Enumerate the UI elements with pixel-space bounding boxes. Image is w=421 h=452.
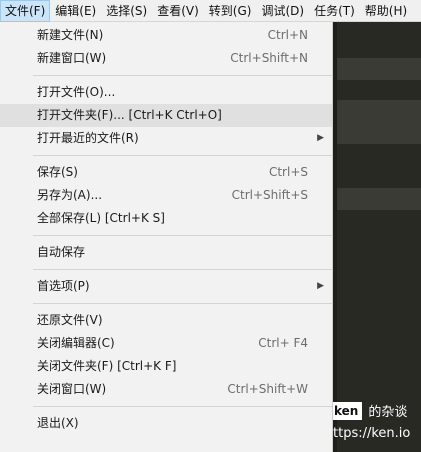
menu-bar: 文件(F) 编辑(E) 选择(S) 查看(V) 转到(G) 调试(D) 任务(T… xyxy=(0,0,421,22)
menu-item-save-all[interactable]: 全部保存(L) [Ctrl+K S] xyxy=(0,207,332,230)
menu-item-new-file[interactable]: 新建文件(N) Ctrl+N xyxy=(0,24,332,47)
menu-go[interactable]: 转到(G) xyxy=(204,0,257,22)
menu-item-label: 新建窗口(W) xyxy=(37,51,107,65)
submenu-arrow-icon: ▶ xyxy=(317,133,324,143)
menu-item-label: 打开文件(O)... xyxy=(37,85,116,99)
menu-separator xyxy=(33,406,332,407)
menu-selection[interactable]: 选择(S) xyxy=(101,0,152,22)
menu-edit[interactable]: 编辑(E) xyxy=(50,0,101,22)
menu-item-label: 关闭窗口(W) xyxy=(37,382,107,396)
menu-separator xyxy=(33,155,332,156)
menu-tasks[interactable]: 任务(T) xyxy=(309,0,360,22)
menu-item-close-window[interactable]: 关闭窗口(W) Ctrl+Shift+W xyxy=(0,378,332,401)
menu-item-open-folder[interactable]: 打开文件夹(F)... [Ctrl+K Ctrl+O] xyxy=(0,104,332,127)
menu-item-label: 自动保存 xyxy=(37,245,86,259)
menu-item-preferences[interactable]: 首选项(P) ▶ xyxy=(0,275,332,298)
menu-item-label: 首选项(P) xyxy=(37,279,90,293)
menu-help[interactable]: 帮助(H) xyxy=(360,0,412,22)
menu-item-label: 保存(S) xyxy=(37,165,78,179)
menu-separator xyxy=(33,75,332,76)
menu-item-revert-file[interactable]: 还原文件(V) xyxy=(0,309,332,332)
menu-item-label: 新建文件(N) xyxy=(37,28,104,42)
menu-item-exit[interactable]: 退出(X) xyxy=(0,412,332,435)
menu-item-label: 退出(X) xyxy=(37,416,79,430)
menu-item-label: 另存为(A)... xyxy=(37,188,103,202)
file-menu-dropdown: 新建文件(N) Ctrl+N 新建窗口(W) Ctrl+Shift+N 打开文件… xyxy=(0,22,333,452)
menu-item-shortcut: Ctrl+ F4 xyxy=(258,336,308,350)
menu-item-close-editor[interactable]: 关闭编辑器(C) Ctrl+ F4 xyxy=(0,332,332,355)
editor-minimap-edge xyxy=(333,22,337,452)
watermark-badge: ken xyxy=(330,401,363,420)
menu-separator xyxy=(33,269,332,270)
watermark-text: 的杂谈 xyxy=(368,405,408,420)
menu-item-label: 打开最近的文件(R) xyxy=(37,131,139,145)
menu-item-shortcut: Ctrl+N xyxy=(267,28,308,42)
menu-debug[interactable]: 调试(D) xyxy=(256,0,309,22)
submenu-arrow-icon: ▶ xyxy=(317,281,324,291)
menu-item-save[interactable]: 保存(S) Ctrl+S xyxy=(0,161,332,184)
menu-item-label: 关闭编辑器(C) xyxy=(37,336,115,350)
menu-item-label: 打开文件夹(F)... [Ctrl+K Ctrl+O] xyxy=(37,108,222,122)
menu-file[interactable]: 文件(F) xyxy=(0,0,51,22)
menu-item-label: 还原文件(V) xyxy=(37,313,103,327)
menu-item-close-folder[interactable]: 关闭文件夹(F) [Ctrl+K F] xyxy=(0,355,332,378)
menu-item-open-file[interactable]: 打开文件(O)... xyxy=(0,81,332,104)
menu-item-shortcut: Ctrl+Shift+S xyxy=(231,188,308,202)
menu-item-shortcut: Ctrl+S xyxy=(268,165,308,179)
menu-item-shortcut: Ctrl+Shift+N xyxy=(230,51,308,65)
menu-view[interactable]: 查看(V) xyxy=(152,0,204,22)
menu-item-auto-save[interactable]: 自动保存 xyxy=(0,241,332,264)
menu-separator xyxy=(33,235,332,236)
menu-item-new-window[interactable]: 新建窗口(W) Ctrl+Shift+N xyxy=(0,47,332,70)
menu-item-save-as[interactable]: 另存为(A)... Ctrl+Shift+S xyxy=(0,184,332,207)
menu-item-label: 关闭文件夹(F) [Ctrl+K F] xyxy=(37,359,177,373)
menu-item-shortcut: Ctrl+Shift+W xyxy=(227,382,308,396)
menu-item-label: 全部保存(L) [Ctrl+K S] xyxy=(37,211,165,225)
menu-separator xyxy=(33,303,332,304)
menu-item-open-recent[interactable]: 打开最近的文件(R) ▶ xyxy=(0,127,332,150)
watermark: ken 的杂谈 xyxy=(330,401,407,420)
watermark-url: ttps://ken.io xyxy=(333,426,411,441)
